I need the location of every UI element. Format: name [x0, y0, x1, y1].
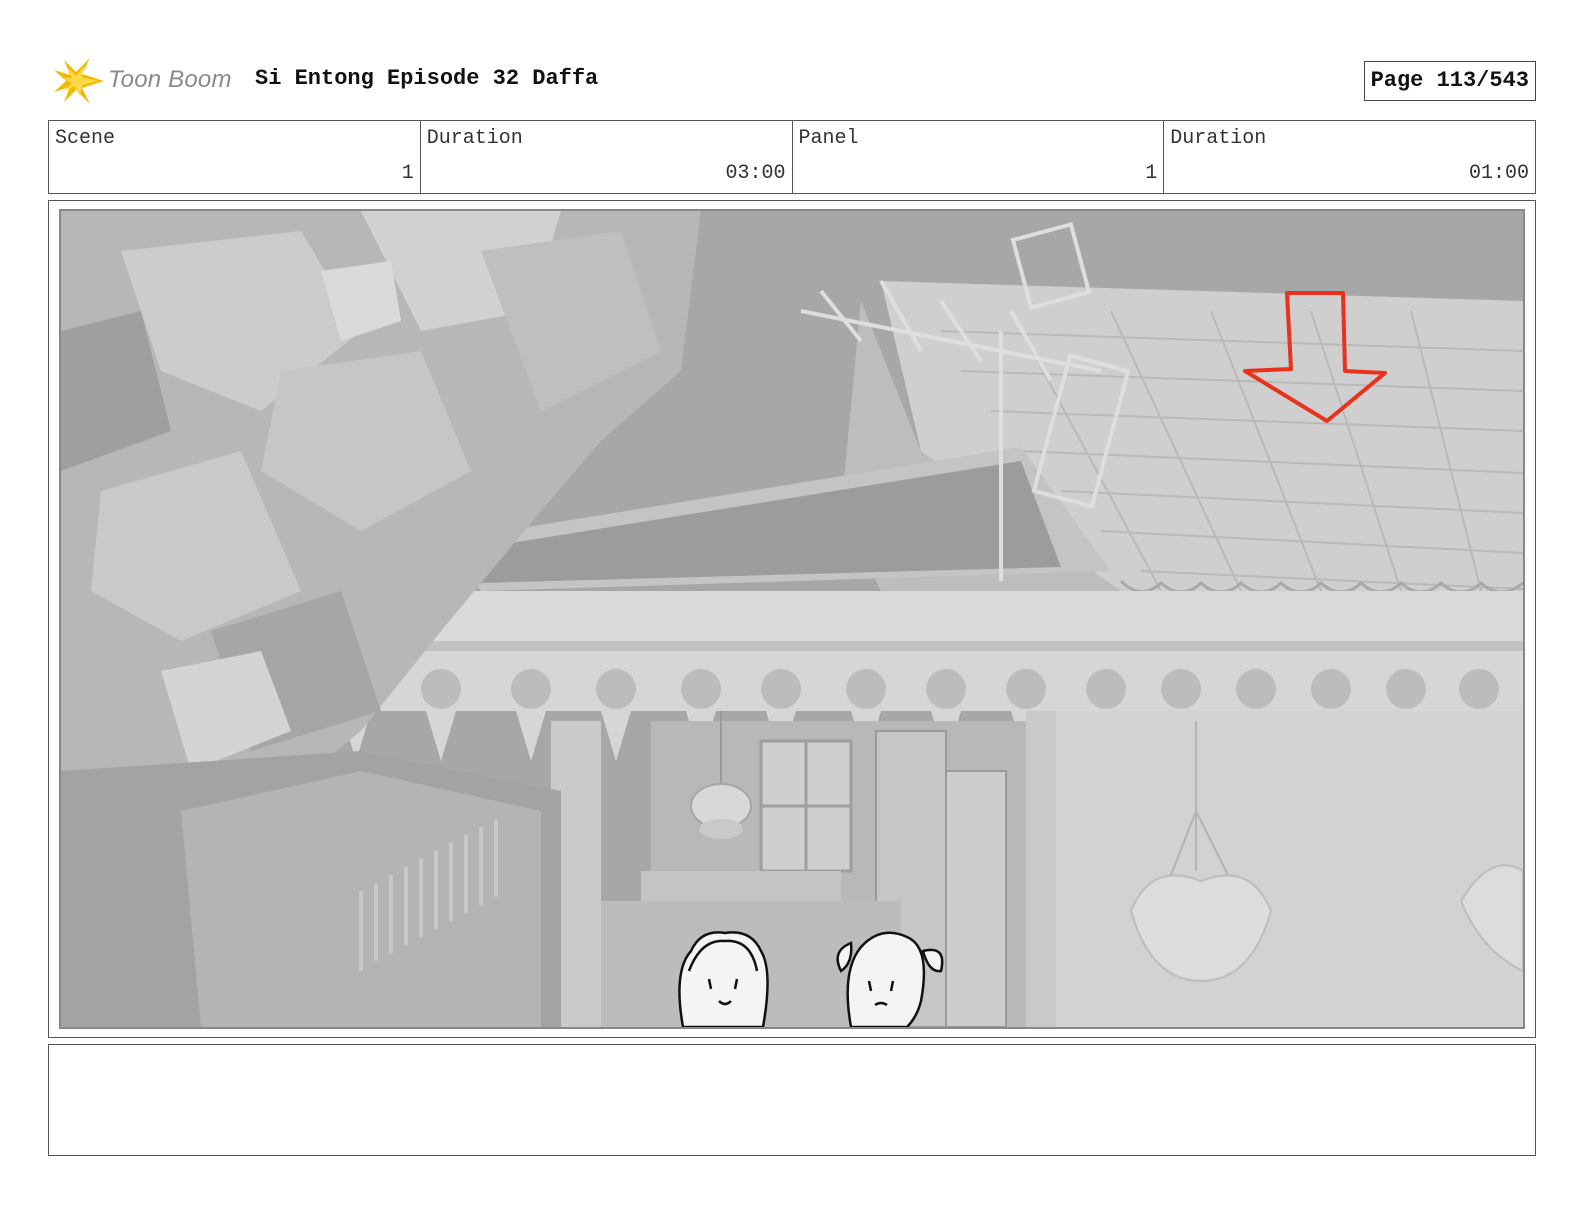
- storyboard-panel-image: [59, 209, 1525, 1029]
- logo-wordmark: Toon Boom: [108, 66, 232, 93]
- panel-duration-value: 01:00: [1468, 162, 1529, 185]
- scene-info-table: Scene 1 Duration 03:00 Panel 1 Duration …: [48, 120, 1536, 194]
- scene-cell: Scene 1: [49, 121, 421, 193]
- scene-duration-value: 03:00: [725, 162, 786, 185]
- scene-value: 1: [401, 162, 414, 185]
- starburst-icon: [54, 58, 104, 104]
- panel-duration-cell: Duration 01:00: [1164, 121, 1535, 193]
- scene-duration-cell: Duration 03:00: [421, 121, 793, 193]
- panel-label: Panel: [798, 127, 859, 150]
- page-header: Toon Boom Si Entong Episode 32 Daffa Pag…: [48, 52, 1536, 108]
- panel-cell: Panel 1: [793, 121, 1165, 193]
- page-counter: Page 113/543: [1363, 61, 1536, 101]
- document-title: Si Entong Episode 32 Daffa: [255, 66, 599, 91]
- scene-label: Scene: [55, 127, 116, 150]
- toon-boom-logo: Toon Boom: [52, 56, 242, 106]
- panel-value: 1: [1145, 162, 1158, 185]
- storyboard-panel-frame: [48, 200, 1536, 1038]
- scene-duration-label: Duration: [426, 127, 523, 150]
- panel-duration-label: Duration: [1170, 127, 1267, 150]
- panel-drawing: [61, 211, 1523, 1027]
- character-sketch-boy: [678, 931, 769, 1027]
- panel-notes-box: [48, 1044, 1536, 1156]
